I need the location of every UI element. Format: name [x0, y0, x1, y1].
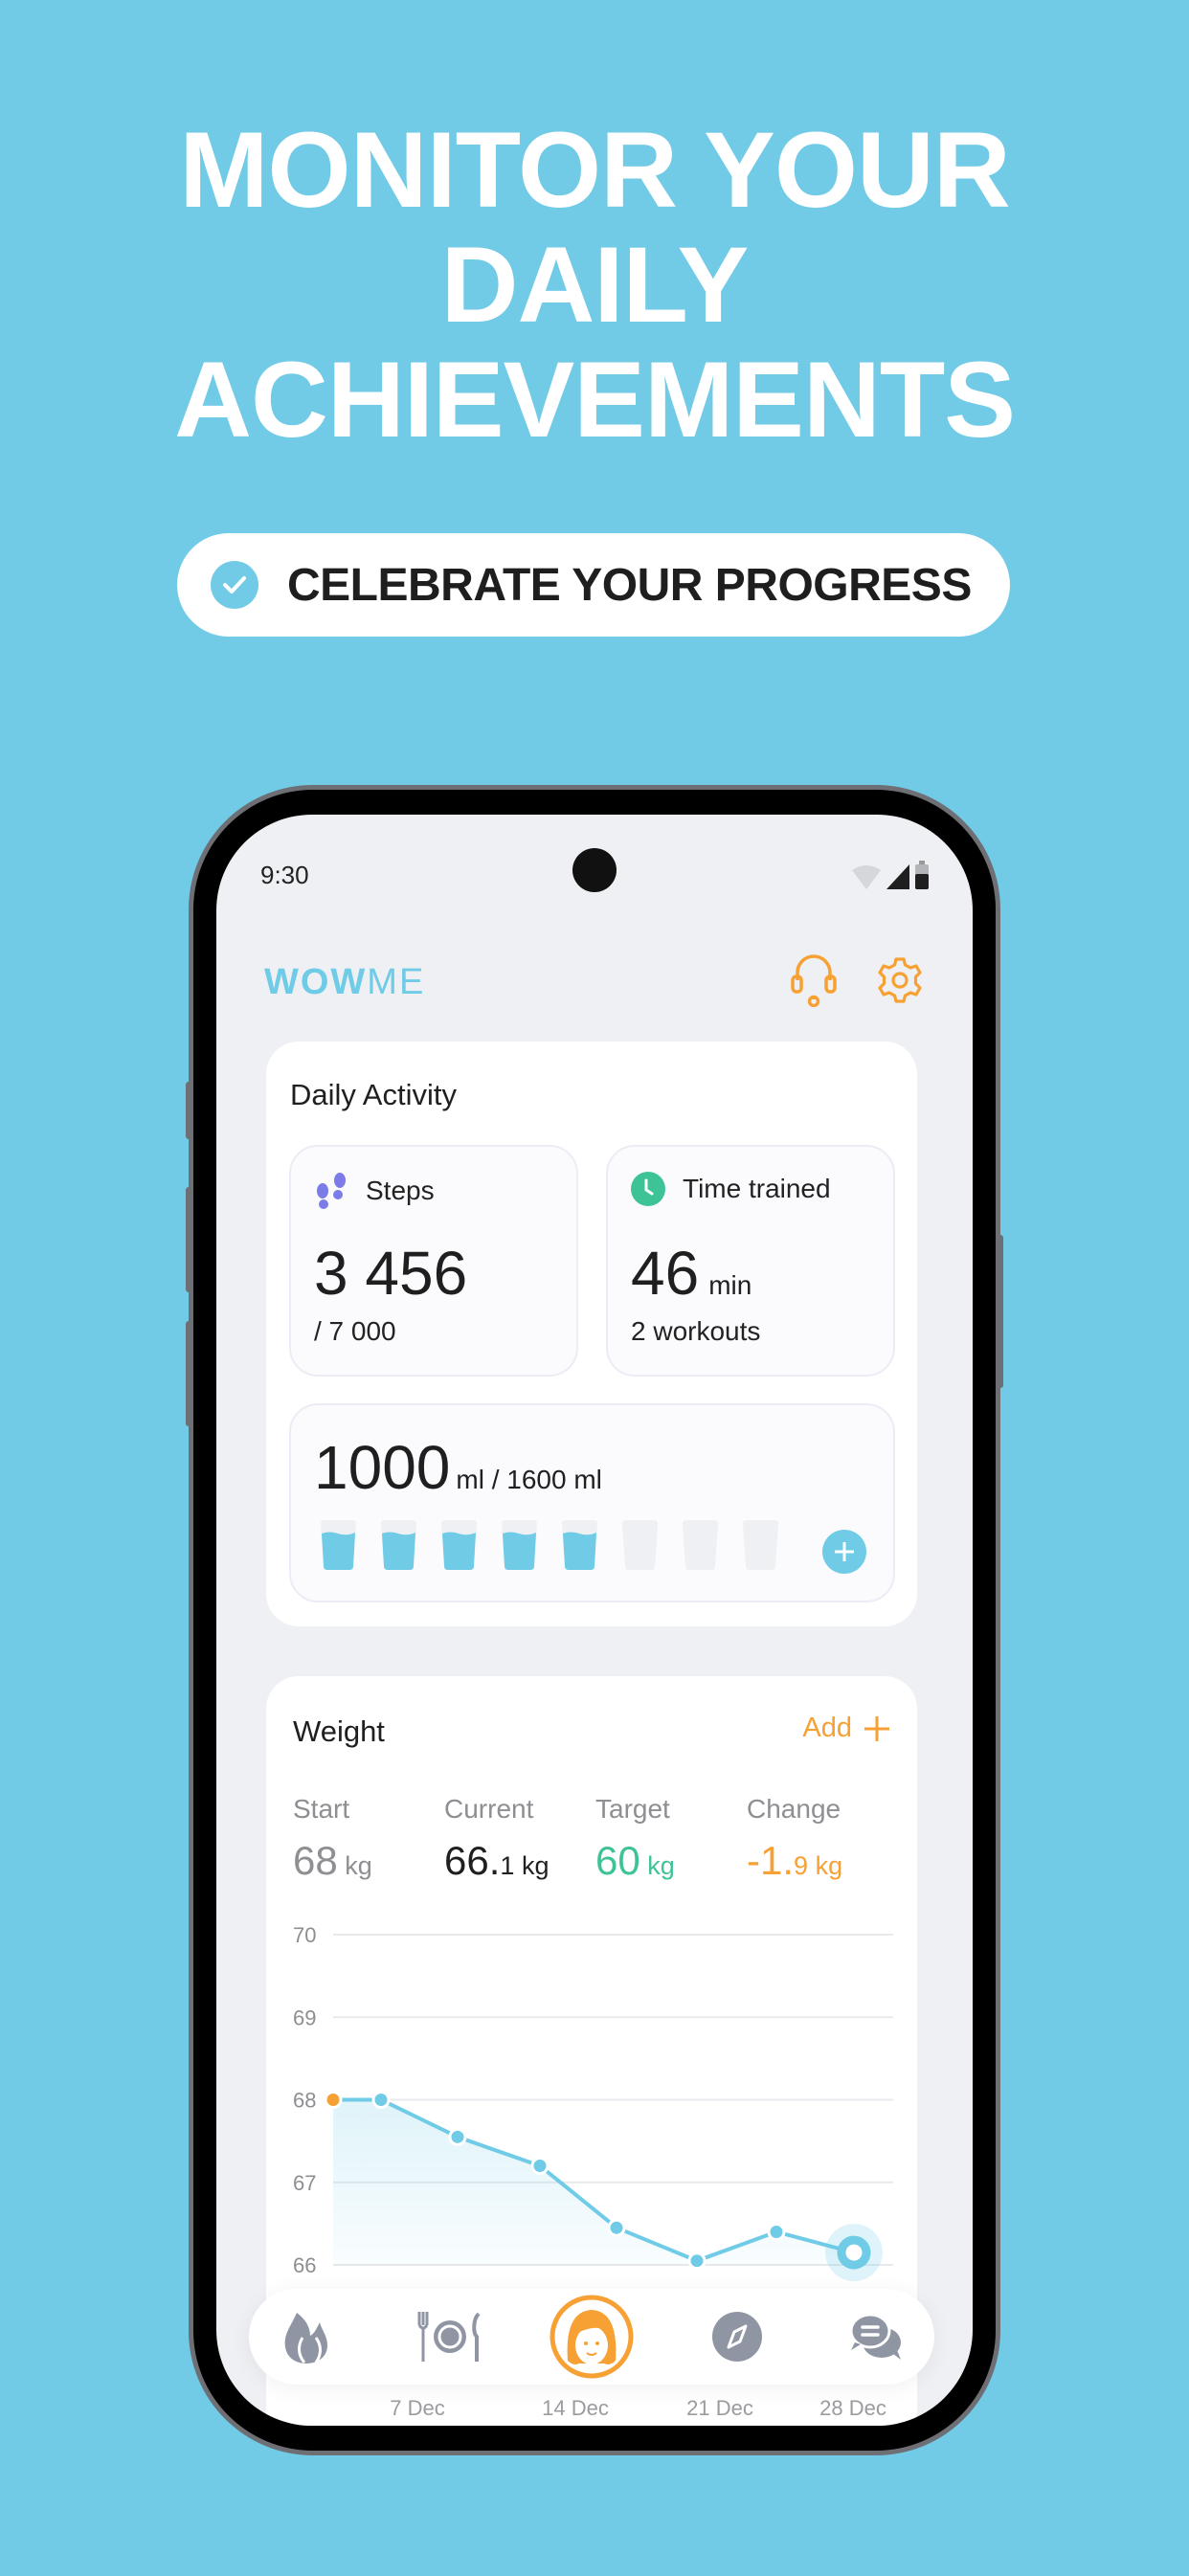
footsteps-icon: [317, 1173, 346, 1209]
x-tick-label: 28 Dec: [819, 2396, 886, 2420]
app-header: WOWME: [264, 953, 925, 1011]
data-point-start[interactable]: [324, 2091, 343, 2109]
data-point[interactable]: [530, 2157, 550, 2175]
stat-target: Target 60 kg: [595, 1794, 675, 1883]
steps-label: Steps: [366, 1176, 435, 1205]
add-weight-button[interactable]: Add: [802, 1713, 890, 1744]
data-point[interactable]: [607, 2218, 626, 2237]
water-intake-tile: 1000 ml / 1600 ml: [289, 1403, 895, 1602]
nav-chat[interactable]: [823, 2289, 929, 2385]
time-trained-value: 46 min: [631, 1239, 752, 1308]
water-cup-filled[interactable]: [501, 1520, 538, 1570]
data-point[interactable]: [371, 2091, 391, 2109]
water-cup-filled[interactable]: [380, 1520, 417, 1570]
water-cup-empty[interactable]: [621, 1520, 659, 1570]
app-screen: 9:30 WOWME Daily Activity Steps 3 456 / …: [216, 815, 973, 2426]
settings-gear-icon[interactable]: [875, 955, 925, 1010]
app-logo: WOWME: [264, 961, 426, 1002]
daily-activity-card: Daily Activity Steps 3 456 / 7 000 Time …: [266, 1042, 917, 1626]
water-cup-filled[interactable]: [320, 1520, 357, 1570]
data-point[interactable]: [448, 2127, 467, 2146]
y-tick-label: 69: [293, 2005, 316, 2029]
clock-icon: [631, 1172, 665, 1206]
water-cup-filled[interactable]: [440, 1520, 478, 1570]
check-circle-icon: [211, 561, 258, 609]
signal-icon: [886, 864, 909, 889]
status-time: 9:30: [260, 860, 309, 889]
y-tick-label: 66: [293, 2253, 316, 2277]
weight-stats: Start 68 kg Current 66.1 kg Target 60 kg…: [293, 1794, 898, 1884]
headset-support-icon[interactable]: [789, 953, 839, 1012]
add-water-button[interactable]: [822, 1530, 866, 1574]
bottom-nav: [249, 2289, 934, 2385]
headline-line-3: ACHIEVEMENTS: [174, 340, 1016, 459]
promo-badge-text: CELEBRATE YOUR PROGRESS: [287, 559, 972, 611]
x-tick-label: 7 Dec: [390, 2396, 445, 2420]
status-bar: 9:30: [260, 861, 929, 889]
fork-plate-knife-icon: [417, 2312, 481, 2362]
weight-title: Weight: [293, 1714, 385, 1748]
chart-x-labels: 7 Dec 14 Dec 21 Dec 28 Dec: [216, 2396, 973, 2425]
nav-nutrition[interactable]: [397, 2289, 503, 2385]
steps-value: 3 456: [314, 1239, 468, 1308]
phone-frame: 9:30 WOWME Daily Activity Steps 3 456 / …: [186, 785, 1003, 2455]
plus-icon: [864, 1715, 889, 1741]
nav-activity[interactable]: [258, 2289, 354, 2385]
avatar-icon: [550, 2295, 634, 2379]
headline-line-2: DAILY: [440, 225, 750, 345]
promo-headline: MONITOR YOUR DAILY ACHIEVEMENTS: [0, 113, 1189, 458]
daily-activity-title: Daily Activity: [290, 1078, 457, 1111]
x-tick-label: 14 Dec: [542, 2396, 609, 2420]
battery-icon: [915, 861, 929, 889]
y-tick-label: 68: [293, 2089, 316, 2113]
flame-icon: [284, 2313, 327, 2363]
time-trained-label: Time trained: [683, 1174, 831, 1203]
plus-icon: [835, 1542, 854, 1561]
water-cup-empty[interactable]: [742, 1520, 779, 1570]
data-point[interactable]: [687, 2251, 707, 2271]
data-point[interactable]: [767, 2223, 786, 2241]
water-cup-empty[interactable]: [682, 1520, 719, 1570]
data-point-selected[interactable]: [837, 2235, 871, 2270]
water-cup-filled[interactable]: [561, 1520, 598, 1570]
nav-profile[interactable]: [541, 2289, 642, 2385]
y-tick-label: 67: [293, 2171, 316, 2195]
x-tick-label: 21 Dec: [686, 2396, 753, 2420]
nav-explore[interactable]: [684, 2289, 790, 2385]
stat-change: Change -1.9 kg: [747, 1794, 843, 1883]
wifi-icon: [852, 865, 881, 889]
headline-line-1: MONITOR YOUR: [179, 110, 1010, 230]
promo-badge: CELEBRATE YOUR PROGRESS: [177, 533, 1010, 637]
water-cups: [320, 1520, 779, 1570]
add-weight-label: Add: [802, 1713, 852, 1743]
stat-current: Current 66.1 kg: [444, 1794, 550, 1883]
chat-bubbles-icon: [849, 2313, 901, 2360]
water-amount: 1000 ml / 1600 ml: [314, 1433, 602, 1502]
workouts-count: 2 workouts: [631, 1316, 761, 1346]
compass-icon: [712, 2312, 762, 2362]
steps-goal: / 7 000: [314, 1316, 396, 1346]
stat-start: Start 68 kg: [293, 1794, 372, 1883]
y-tick-label: 70: [293, 1923, 316, 1947]
time-trained-tile[interactable]: Time trained 46 min 2 workouts: [606, 1145, 895, 1377]
steps-tile[interactable]: Steps 3 456 / 7 000: [289, 1145, 578, 1377]
